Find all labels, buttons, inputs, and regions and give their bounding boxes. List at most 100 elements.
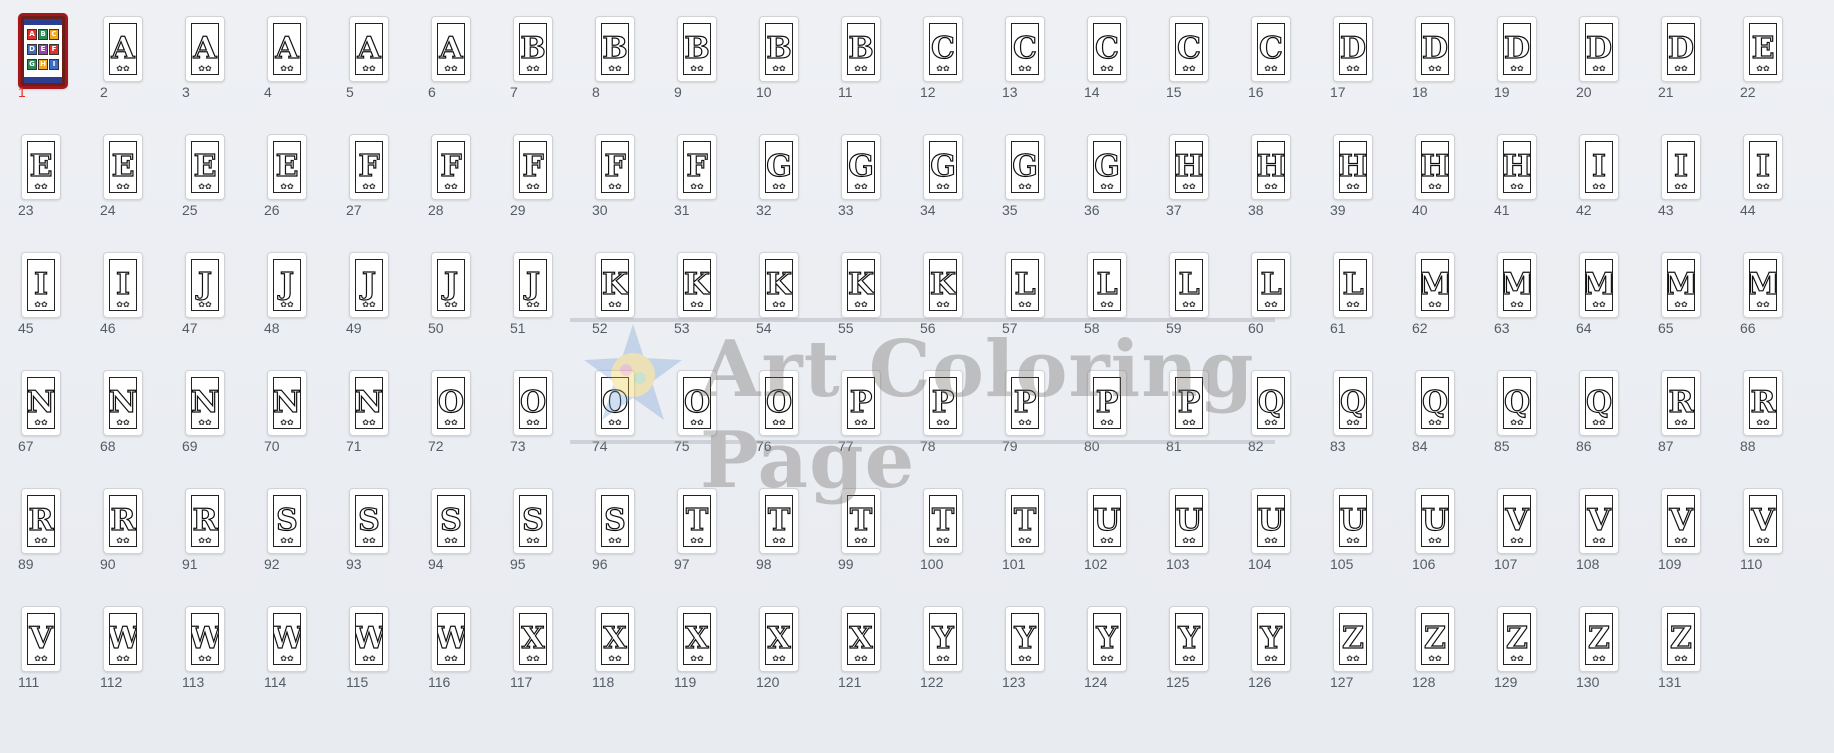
letter-page-thumbnail-image[interactable]: E ✿✿	[103, 134, 143, 200]
letter-page-thumbnail-image[interactable]: Z ✿✿	[1579, 606, 1619, 672]
page-thumbnail[interactable]: M✿✿ 63	[1492, 252, 1562, 352]
letter-page-thumbnail-image[interactable]: W✿✿	[103, 606, 143, 672]
page-thumbnail[interactable]: T ✿✿ 100	[918, 488, 988, 588]
letter-page-thumbnail-image[interactable]: J ✿✿	[513, 252, 553, 318]
letter-page-thumbnail-image[interactable]: R ✿✿	[21, 488, 61, 554]
letter-page-thumbnail-image[interactable]: C ✿✿	[1251, 16, 1291, 82]
letter-page-thumbnail-image[interactable]: M✿✿	[1579, 252, 1619, 318]
letter-page-thumbnail-image[interactable]: B ✿✿	[759, 16, 799, 82]
page-thumbnail[interactable]: L ✿✿ 57	[1000, 252, 1070, 352]
letter-page-thumbnail-image[interactable]: Q ✿✿	[1415, 370, 1455, 436]
page-thumbnail[interactable]: N ✿✿ 70	[262, 370, 332, 470]
page-thumbnail[interactable]: P ✿✿ 81	[1164, 370, 1234, 470]
letter-page-thumbnail-image[interactable]: J ✿✿	[185, 252, 225, 318]
page-thumbnail[interactable]: E ✿✿ 23	[16, 134, 86, 234]
letter-page-thumbnail-image[interactable]: B ✿✿	[595, 16, 635, 82]
letter-page-thumbnail-image[interactable]: N ✿✿	[185, 370, 225, 436]
page-thumbnail[interactable]: M✿✿ 65	[1656, 252, 1726, 352]
page-thumbnail[interactable]: W✿✿ 116	[426, 606, 496, 706]
page-thumbnail[interactable]: N ✿✿ 68	[98, 370, 168, 470]
page-thumbnail[interactable]: G ✿✿ 35	[1000, 134, 1070, 234]
page-thumbnail[interactable]: L ✿✿ 61	[1328, 252, 1398, 352]
letter-page-thumbnail-image[interactable]: S ✿✿	[595, 488, 635, 554]
page-thumbnail[interactable]: F ✿✿ 29	[508, 134, 578, 234]
page-thumbnail[interactable]: Y ✿✿ 122	[918, 606, 988, 706]
letter-page-thumbnail-image[interactable]: G ✿✿	[1005, 134, 1045, 200]
page-thumbnail[interactable]: M✿✿ 62	[1410, 252, 1480, 352]
page-thumbnail[interactable]: M✿✿ 64	[1574, 252, 1644, 352]
page-thumbnail[interactable]: T ✿✿ 101	[1000, 488, 1070, 588]
letter-page-thumbnail-image[interactable]: F ✿✿	[431, 134, 471, 200]
letter-page-thumbnail-image[interactable]: K ✿✿	[841, 252, 881, 318]
letter-page-thumbnail-image[interactable]: N ✿✿	[103, 370, 143, 436]
letter-page-thumbnail-image[interactable]: C ✿✿	[923, 16, 963, 82]
letter-page-thumbnail-image[interactable]: F ✿✿	[513, 134, 553, 200]
letter-page-thumbnail-image[interactable]: U ✿✿	[1415, 488, 1455, 554]
letter-page-thumbnail-image[interactable]: V ✿✿	[21, 606, 61, 672]
letter-page-thumbnail-image[interactable]: Y ✿✿	[1251, 606, 1291, 672]
page-thumbnail[interactable]: J ✿✿ 47	[180, 252, 250, 352]
letter-page-thumbnail-image[interactable]: U ✿✿	[1251, 488, 1291, 554]
page-thumbnail[interactable]: A ✿✿ 6	[426, 16, 496, 116]
letter-page-thumbnail-image[interactable]: X ✿✿	[841, 606, 881, 672]
page-thumbnail[interactable]: T ✿✿ 97	[672, 488, 742, 588]
page-thumbnail[interactable]: O ✿✿ 75	[672, 370, 742, 470]
page-thumbnail[interactable]: X ✿✿ 118	[590, 606, 660, 706]
letter-page-thumbnail-image[interactable]: O ✿✿	[513, 370, 553, 436]
letter-page-thumbnail-image[interactable]: M✿✿	[1497, 252, 1537, 318]
letter-page-thumbnail-image[interactable]: M✿✿	[1743, 252, 1783, 318]
page-thumbnail[interactable]: S ✿✿ 95	[508, 488, 578, 588]
letter-page-thumbnail-image[interactable]: S ✿✿	[513, 488, 553, 554]
letter-page-thumbnail-image[interactable]: F ✿✿	[677, 134, 717, 200]
letter-page-thumbnail-image[interactable]: A ✿✿	[267, 16, 307, 82]
letter-page-thumbnail-image[interactable]: Y ✿✿	[1005, 606, 1045, 672]
page-thumbnail[interactable]: X ✿✿ 119	[672, 606, 742, 706]
page-thumbnail[interactable]: S ✿✿ 93	[344, 488, 414, 588]
page-thumbnail[interactable]: Q ✿✿ 82	[1246, 370, 1316, 470]
page-thumbnail[interactable]: I ✿✿ 44	[1738, 134, 1808, 234]
page-thumbnail[interactable]: J ✿✿ 51	[508, 252, 578, 352]
letter-page-thumbnail-image[interactable]: T ✿✿	[677, 488, 717, 554]
letter-page-thumbnail-image[interactable]: C ✿✿	[1087, 16, 1127, 82]
page-thumbnail[interactable]: V ✿✿ 109	[1656, 488, 1726, 588]
letter-page-thumbnail-image[interactable]: S ✿✿	[431, 488, 471, 554]
page-thumbnail[interactable]: D ✿✿ 20	[1574, 16, 1644, 116]
letter-page-thumbnail-image[interactable]: J ✿✿	[349, 252, 389, 318]
letter-page-thumbnail-image[interactable]: V ✿✿	[1497, 488, 1537, 554]
letter-page-thumbnail-image[interactable]: W✿✿	[349, 606, 389, 672]
page-thumbnail[interactable]: J ✿✿ 49	[344, 252, 414, 352]
letter-page-thumbnail-image[interactable]: P ✿✿	[923, 370, 963, 436]
page-thumbnail[interactable]: I ✿✿ 46	[98, 252, 168, 352]
letter-page-thumbnail-image[interactable]: A ✿✿	[349, 16, 389, 82]
letter-page-thumbnail-image[interactable]: C ✿✿	[1169, 16, 1209, 82]
letter-page-thumbnail-image[interactable]: D ✿✿	[1661, 16, 1701, 82]
letter-page-thumbnail-image[interactable]: N ✿✿	[267, 370, 307, 436]
letter-page-thumbnail-image[interactable]: O ✿✿	[677, 370, 717, 436]
letter-page-thumbnail-image[interactable]: Z ✿✿	[1661, 606, 1701, 672]
page-thumbnail[interactable]: O ✿✿ 74	[590, 370, 660, 470]
letter-page-thumbnail-image[interactable]: R ✿✿	[185, 488, 225, 554]
letter-page-thumbnail-image[interactable]: H ✿✿	[1251, 134, 1291, 200]
letter-page-thumbnail-image[interactable]: X ✿✿	[759, 606, 799, 672]
page-thumbnail[interactable]: R ✿✿ 90	[98, 488, 168, 588]
letter-page-thumbnail-image[interactable]: I ✿✿	[21, 252, 61, 318]
page-thumbnail[interactable]: G ✿✿ 34	[918, 134, 988, 234]
page-thumbnail[interactable]: H ✿✿ 41	[1492, 134, 1562, 234]
letter-page-thumbnail-image[interactable]: D ✿✿	[1333, 16, 1373, 82]
page-thumbnail[interactable]: F ✿✿ 28	[426, 134, 496, 234]
page-thumbnail[interactable]: U ✿✿ 105	[1328, 488, 1398, 588]
letter-page-thumbnail-image[interactable]: E ✿✿	[267, 134, 307, 200]
letter-page-thumbnail-image[interactable]: Q ✿✿	[1333, 370, 1373, 436]
letter-page-thumbnail-image[interactable]: S ✿✿	[349, 488, 389, 554]
letter-page-thumbnail-image[interactable]: G ✿✿	[841, 134, 881, 200]
page-thumbnail[interactable]: W✿✿ 114	[262, 606, 332, 706]
letter-page-thumbnail-image[interactable]: F ✿✿	[595, 134, 635, 200]
page-thumbnail[interactable]: B ✿✿ 11	[836, 16, 906, 116]
page-thumbnail[interactable]: V ✿✿ 107	[1492, 488, 1562, 588]
page-thumbnail[interactable]: Y ✿✿ 126	[1246, 606, 1316, 706]
page-thumbnail[interactable]: E ✿✿ 24	[98, 134, 168, 234]
letter-page-thumbnail-image[interactable]: G ✿✿	[759, 134, 799, 200]
page-thumbnail[interactable]: H ✿✿ 37	[1164, 134, 1234, 234]
letter-page-thumbnail-image[interactable]: Z ✿✿	[1415, 606, 1455, 672]
letter-page-thumbnail-image[interactable]: H ✿✿	[1497, 134, 1537, 200]
